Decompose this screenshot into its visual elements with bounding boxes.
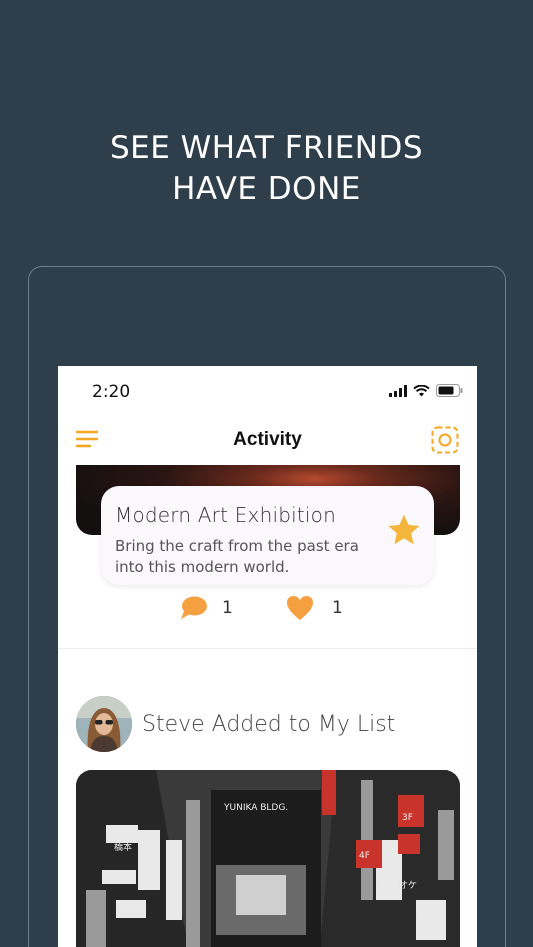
- city-sign-text: 3F: [402, 813, 413, 823]
- status-time: 2:20: [92, 382, 131, 402]
- post-image[interactable]: YUNIKA BLDG. 橋本 3F 4F 2F カラオケ: [76, 770, 460, 947]
- city-sign-text: 4F: [359, 851, 370, 861]
- wifi-icon: [413, 384, 430, 396]
- event-title: Modern Art Exhibition: [115, 503, 336, 527]
- promo-headline-line2: HAVE DONE: [172, 171, 361, 207]
- activity-feed[interactable]: Modern Art Exhibition Bring the craft fr…: [58, 465, 477, 947]
- comment-button[interactable]: 1: [180, 595, 233, 621]
- reactions-bar: 1 1: [58, 595, 477, 625]
- city-sign-text: 2F: [418, 913, 429, 923]
- promo-headline-line1: SEE WHAT FRIENDS: [109, 130, 424, 166]
- event-card[interactable]: Modern Art Exhibition Bring the craft fr…: [101, 486, 434, 585]
- post-title: Steve Added to My List: [142, 711, 396, 737]
- status-icons: [389, 384, 463, 397]
- avatar-photo: [76, 696, 132, 752]
- promo-headline: SEE WHAT FRIENDS HAVE DONE: [0, 128, 533, 210]
- city-sign-text: 橋本: [114, 841, 132, 853]
- status-bar: 2:20: [58, 366, 477, 416]
- signal-icon: [389, 384, 407, 397]
- page-title: Activity: [233, 429, 302, 450]
- heart-icon: [287, 596, 313, 620]
- city-sign-text: カラオケ: [381, 880, 417, 891]
- nav-bar: Activity: [58, 422, 477, 458]
- comment-count: 1: [222, 598, 233, 618]
- city-sign-text: YUNIKA BLDG.: [223, 803, 288, 813]
- star-icon[interactable]: [386, 512, 422, 548]
- battery-icon: [436, 384, 463, 397]
- like-count: 1: [332, 598, 343, 618]
- avatar[interactable]: [76, 696, 132, 752]
- city-street-photo: YUNIKA BLDG. 橋本 3F 4F 2F カラオケ: [76, 770, 460, 947]
- camera-icon[interactable]: [431, 426, 459, 454]
- feed-divider: [58, 648, 477, 649]
- like-button[interactable]: 1: [286, 595, 343, 621]
- comment-icon: [181, 596, 207, 619]
- app-screen: 2:20 Activity Modern Art Exhibition Brin…: [58, 366, 477, 947]
- post-header[interactable]: Steve Added to My List: [76, 696, 395, 752]
- event-description: Bring the craft from the past era into t…: [115, 537, 359, 576]
